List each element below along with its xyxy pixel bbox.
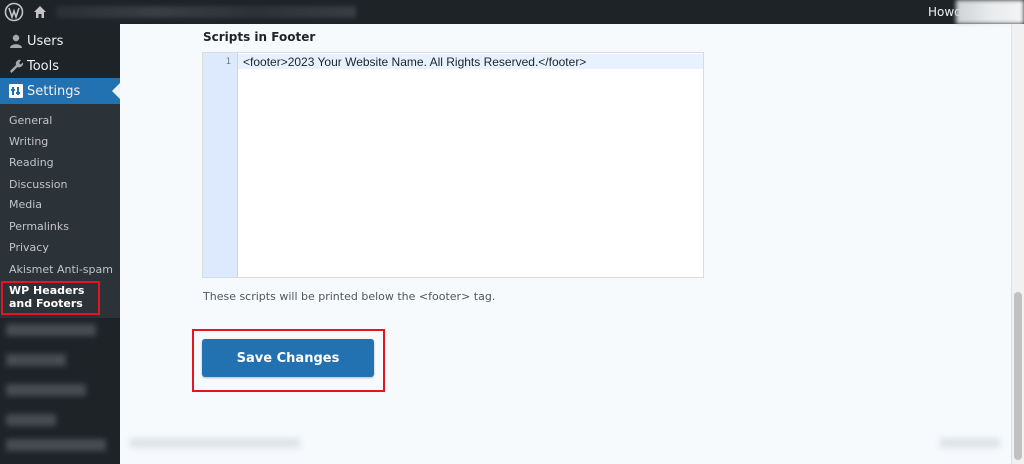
redacted-menu-item — [6, 354, 66, 366]
settings-icon — [9, 84, 23, 98]
submenu-item-general[interactable]: General — [9, 114, 52, 127]
home-icon[interactable] — [32, 4, 48, 20]
redacted-menu-item — [6, 324, 96, 336]
section-title: Scripts in Footer — [203, 30, 316, 44]
site-name-redacted[interactable] — [56, 6, 356, 18]
wrench-icon — [10, 59, 24, 73]
line-number-gutter: 1 — [203, 53, 238, 277]
sidebar-item-label: Users — [27, 34, 64, 49]
scrollbar-thumb[interactable] — [1014, 292, 1022, 460]
sidebar-item-tools[interactable]: Tools — [0, 53, 120, 79]
footer-scripts-editor[interactable]: 1 <footer>2023 Your Website Name. All Ri… — [202, 52, 704, 278]
sidebar-item-settings[interactable]: Settings — [0, 78, 120, 104]
line-number: 1 — [225, 57, 231, 67]
sidebar-item-users[interactable]: Users — [0, 28, 120, 54]
redacted-menu-item — [6, 414, 56, 426]
users-icon — [10, 34, 22, 48]
admin-bar: Howdy — [0, 0, 1024, 24]
sidebar-item-label: Settings — [27, 84, 81, 99]
submenu-item-permalinks[interactable]: Permalinks — [9, 220, 69, 233]
submenu-item-writing[interactable]: Writing — [9, 135, 48, 148]
admin-sidebar: Users Tools Settings General Writing Rea… — [0, 24, 120, 464]
submenu-item-privacy[interactable]: Privacy — [9, 241, 49, 254]
user-account-redacted[interactable] — [956, 0, 1024, 24]
save-button[interactable]: Save Changes — [202, 339, 374, 377]
submenu-item-discussion[interactable]: Discussion — [9, 178, 68, 191]
redacted-version-text — [940, 438, 1000, 448]
redacted-menu-item — [6, 384, 86, 396]
submenu-item-media[interactable]: Media — [9, 198, 42, 211]
wordpress-logo-icon[interactable] — [4, 2, 24, 22]
help-text: These scripts will be printed below the … — [203, 290, 496, 303]
submenu-item-akismet[interactable]: Akismet Anti-spam — [9, 263, 113, 276]
code-line[interactable]: <footer>2023 Your Website Name. All Righ… — [243, 55, 586, 69]
page-scrollbar[interactable] — [1011, 24, 1024, 464]
submenu-item-reading[interactable]: Reading — [9, 156, 54, 169]
redacted-menu-item — [6, 439, 106, 451]
redacted-footer-text — [130, 438, 300, 448]
sidebar-item-label: Tools — [27, 59, 60, 74]
highlight-box — [1, 281, 100, 315]
